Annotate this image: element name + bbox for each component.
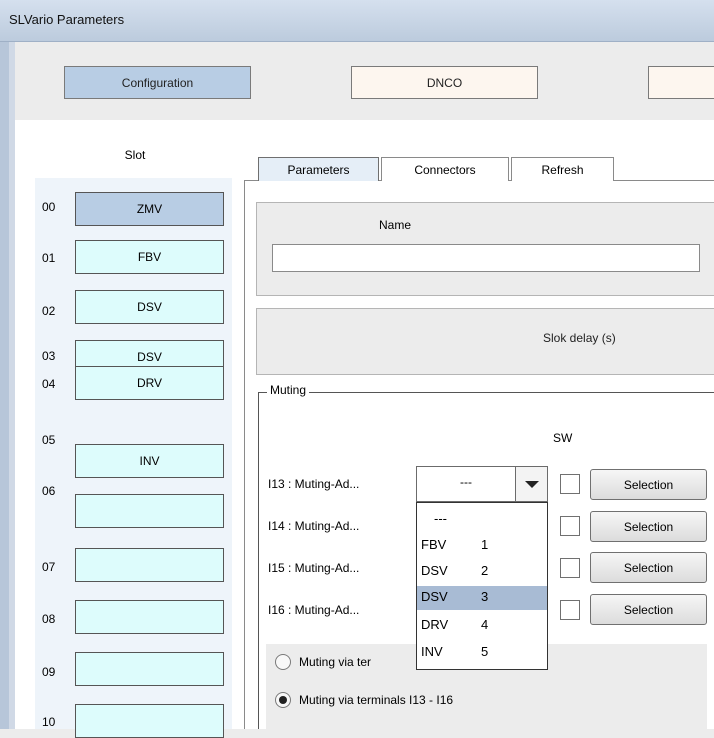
option-name: --- <box>434 511 447 526</box>
window-left-border <box>0 42 15 729</box>
third-nav-button[interactable] <box>648 66 714 99</box>
dropdown-option[interactable]: DSV 2 <box>417 560 547 584</box>
sw-checkbox[interactable] <box>560 474 580 494</box>
slot-box-05[interactable]: INV <box>75 444 224 478</box>
sw-label: SW <box>553 431 573 445</box>
selection-button[interactable]: Selection <box>590 552 707 583</box>
slot-header: Slot <box>124 148 146 162</box>
slot-box-06[interactable] <box>75 494 224 528</box>
slot-box-10[interactable] <box>75 704 224 738</box>
combo-value: --- <box>460 475 472 489</box>
dropdown-option[interactable]: INV 5 <box>417 641 547 665</box>
slot-number: 07 <box>42 560 56 574</box>
slot-number: 08 <box>42 612 56 626</box>
dnco-button[interactable]: DNCO <box>351 66 538 99</box>
slok-section <box>256 308 714 375</box>
name-label: Name <box>379 218 412 232</box>
slok-delay-label: Slok delay (s) <box>543 331 616 345</box>
sw-checkbox[interactable] <box>560 558 580 578</box>
slot-number: 00 <box>42 200 56 214</box>
option-index: 5 <box>481 644 489 659</box>
dropdown-option[interactable]: --- <box>417 508 547 532</box>
selection-button[interactable]: Selection <box>590 469 707 500</box>
option-index: 3 <box>481 589 489 604</box>
muting-row-label: I15 : Muting-Ad... <box>268 561 360 575</box>
slot-box-02[interactable]: DSV <box>75 290 224 324</box>
tab-refresh[interactable]: Refresh <box>511 157 614 181</box>
option-index: 2 <box>481 563 489 578</box>
slot-number: 10 <box>42 715 56 729</box>
option-name: DRV <box>421 617 449 632</box>
window-title: SLVario Parameters <box>9 12 125 27</box>
dropdown-option[interactable]: DRV 4 <box>417 614 547 638</box>
slot-box-08[interactable] <box>75 600 224 634</box>
muting-row-label: I16 : Muting-Ad... <box>268 603 360 617</box>
slot-box-09[interactable] <box>75 652 224 686</box>
slot-box-04[interactable]: DRV <box>75 366 224 400</box>
option-index: 1 <box>481 537 489 552</box>
slot-number: 03 <box>42 349 56 363</box>
slot-number: 01 <box>42 251 56 265</box>
slot-box-00[interactable]: ZMV <box>75 192 224 226</box>
tab-connectors[interactable]: Connectors <box>381 157 509 181</box>
muting-row-label: I14 : Muting-Ad... <box>268 519 360 533</box>
slot-number: 06 <box>42 484 56 498</box>
slot-number: 09 <box>42 665 56 679</box>
option-name: DSV <box>421 589 448 604</box>
top-nav: Configuration DNCO <box>15 42 714 120</box>
muting-legend: Muting <box>267 383 310 397</box>
dropdown-option-highlighted[interactable]: DSV 3 <box>417 586 547 610</box>
option-name: INV <box>421 644 443 659</box>
slot-number: 04 <box>42 377 56 391</box>
tab-parameters[interactable]: Parameters <box>258 157 379 181</box>
slot-number: 05 <box>42 433 56 447</box>
slot-box-01[interactable]: FBV <box>75 240 224 274</box>
radio-muting-via-ter[interactable] <box>275 654 291 670</box>
radio-label: Muting via ter <box>299 655 372 669</box>
sw-checkbox[interactable] <box>560 516 580 536</box>
chevron-down-icon <box>524 480 539 488</box>
option-name: FBV <box>421 537 447 552</box>
combo-arrow-button[interactable] <box>515 466 548 502</box>
slot-box-07[interactable] <box>75 548 224 582</box>
dropdown-option[interactable]: FBV 1 <box>417 534 547 558</box>
slot-number: 02 <box>42 304 56 318</box>
sw-checkbox[interactable] <box>560 600 580 620</box>
title-bar: SLVario Parameters <box>0 0 714 42</box>
configuration-button[interactable]: Configuration <box>64 66 251 99</box>
radio-muting-via-terminals[interactable] <box>275 692 291 708</box>
selection-button[interactable]: Selection <box>590 594 707 625</box>
option-name: DSV <box>421 563 448 578</box>
radio-label: Muting via terminals I13 - I16 <box>299 693 454 707</box>
name-input[interactable] <box>272 244 700 272</box>
option-index: 4 <box>481 617 489 632</box>
selection-button[interactable]: Selection <box>590 511 707 542</box>
muting-row-label: I13 : Muting-Ad... <box>268 477 360 491</box>
